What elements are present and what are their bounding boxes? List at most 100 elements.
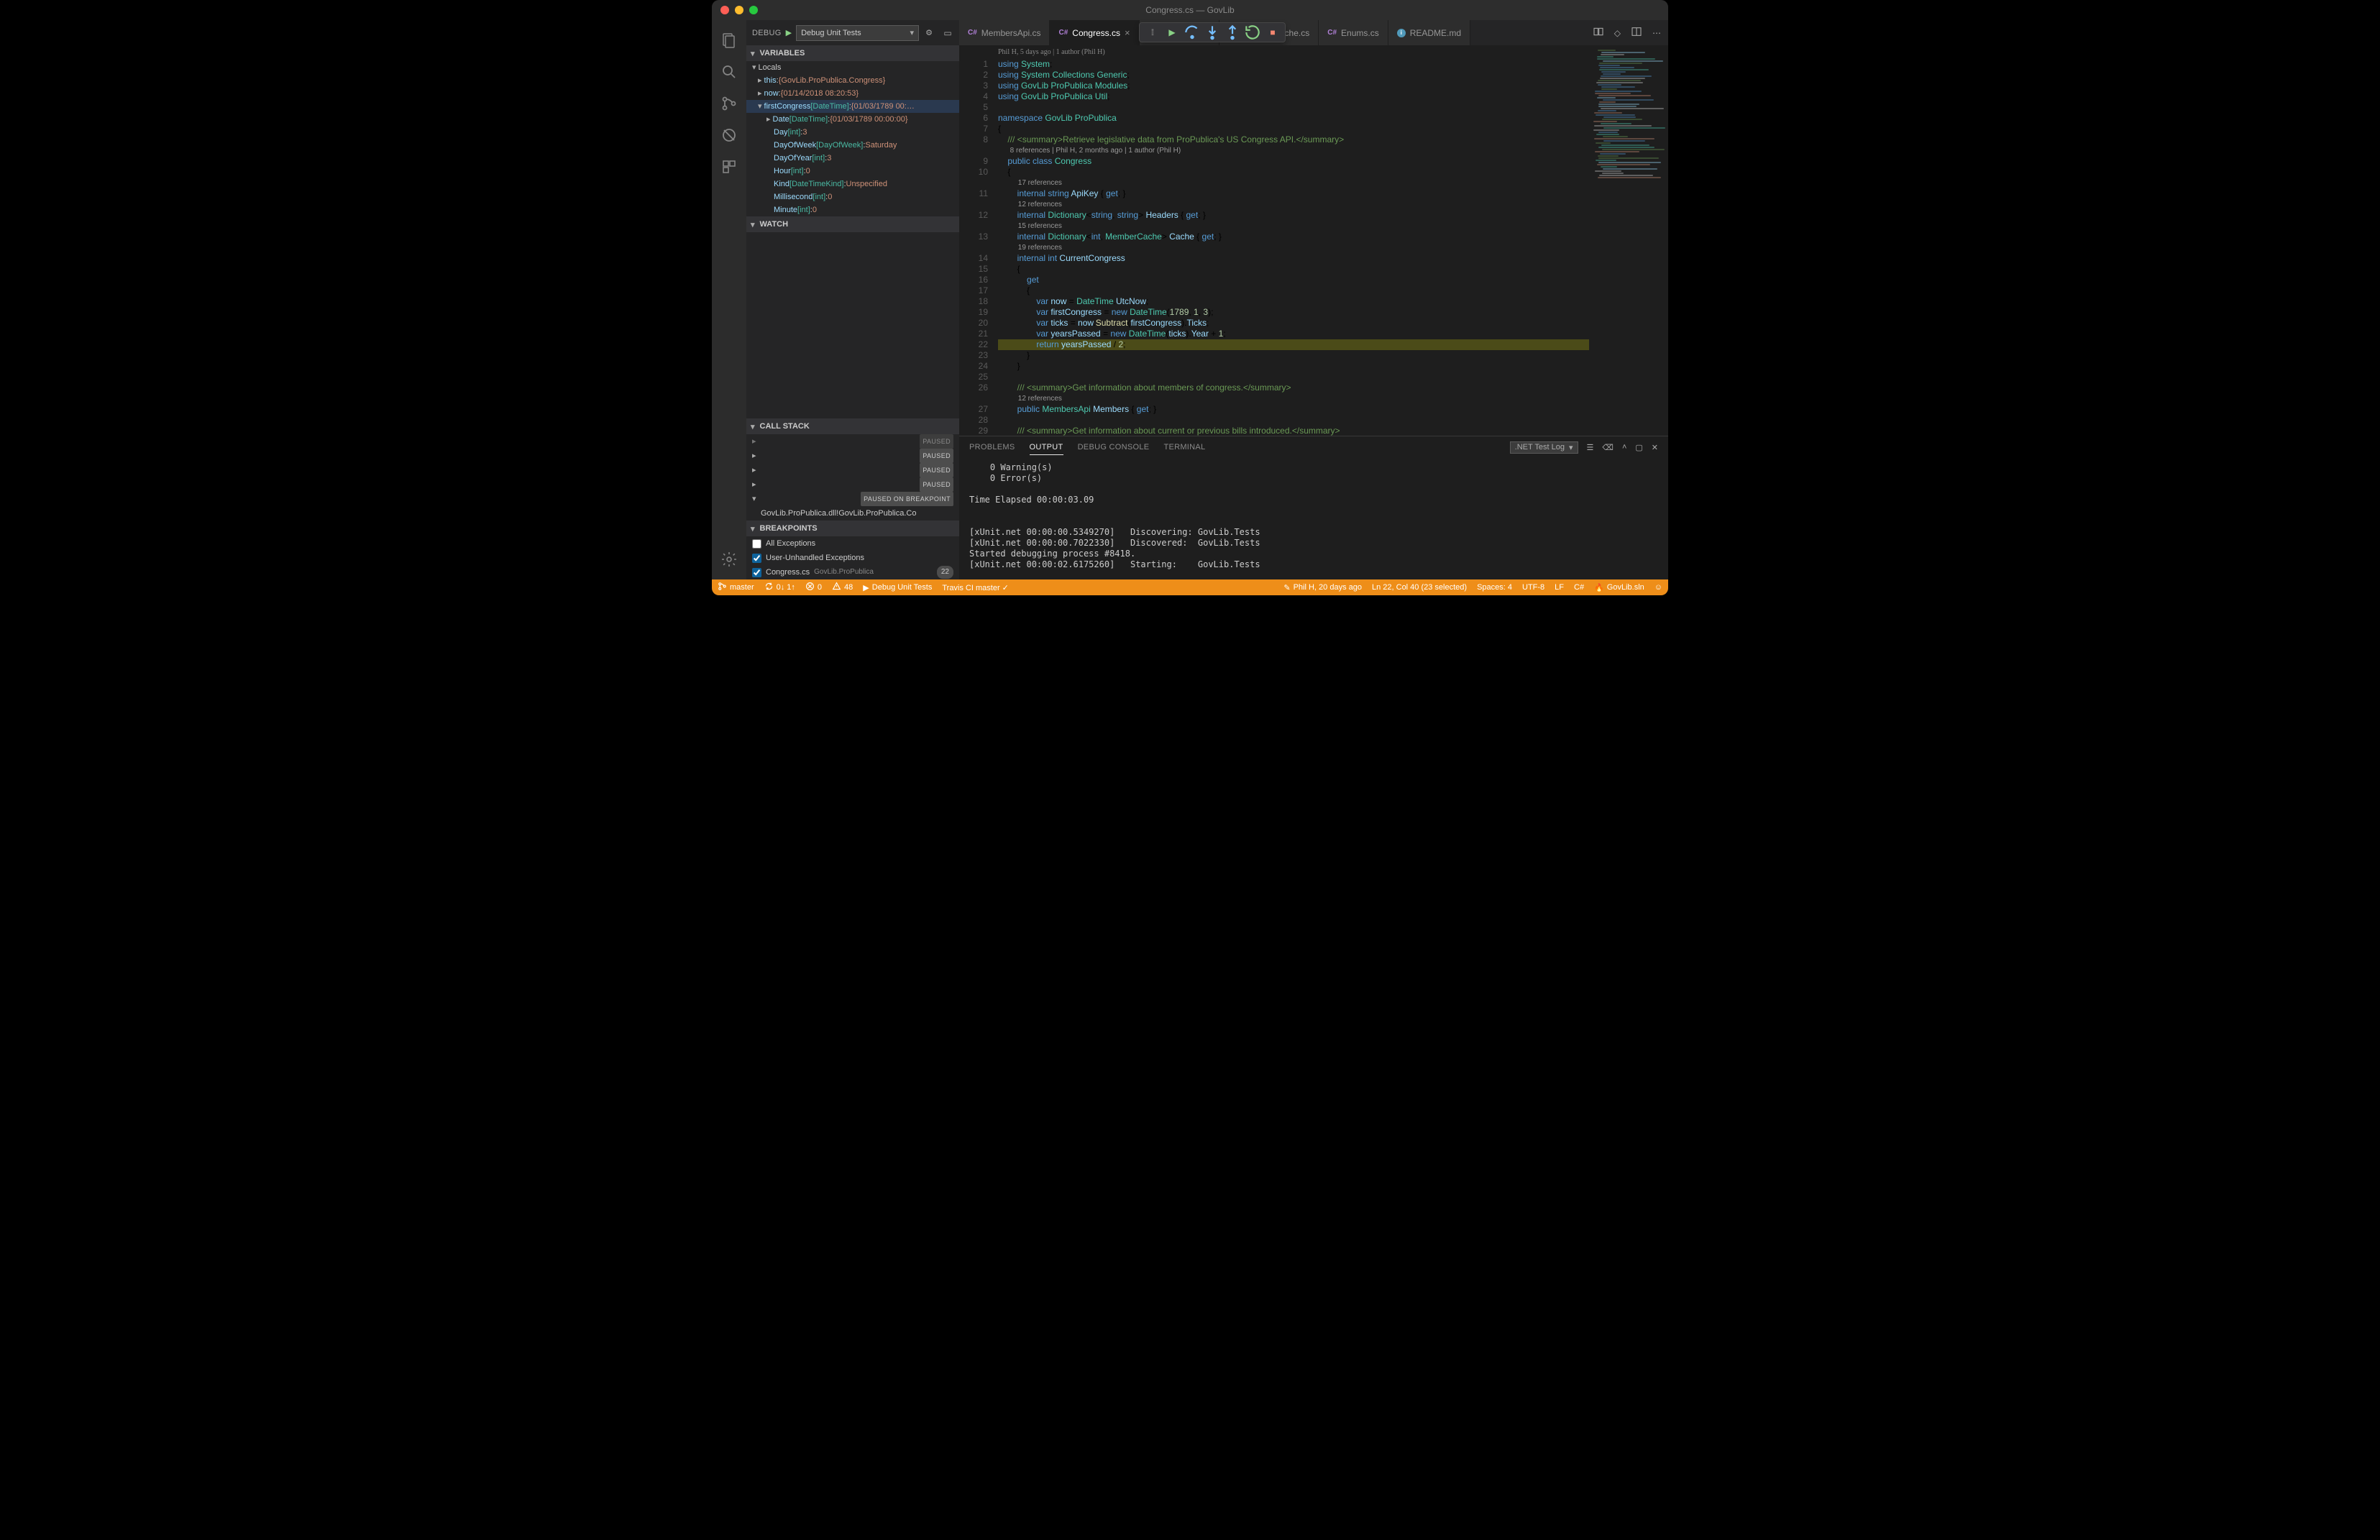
- panel-tab[interactable]: OUTPUT: [1030, 440, 1063, 455]
- variable-row[interactable]: DayOfWeek [DayOfWeek]: Saturday: [746, 139, 959, 152]
- status-item[interactable]: 0: [805, 582, 822, 593]
- more-actions-icon[interactable]: ⋯: [1652, 28, 1661, 38]
- stop-button[interactable]: ■: [1263, 24, 1282, 41]
- debug-config-label: Debug Unit Tests: [801, 29, 861, 37]
- editor-tab[interactable]: C#Congress.cs×: [1050, 20, 1139, 45]
- gutter[interactable]: 12345678 910 11 12 13 141516171819202122…: [959, 45, 998, 436]
- debug-console-icon[interactable]: ▭: [942, 28, 953, 38]
- panel-tab[interactable]: DEBUG CONSOLE: [1078, 440, 1150, 455]
- status-item[interactable]: master: [718, 582, 754, 593]
- explorer-view-icon[interactable]: [712, 26, 746, 55]
- debug-view-icon[interactable]: [712, 121, 746, 150]
- status-item[interactable]: 48: [832, 582, 853, 593]
- variable-row[interactable]: now: {01/14/2018 08:20:53}: [746, 87, 959, 100]
- debug-toolbar[interactable]: ⁞⁞ ▶ ■: [1139, 22, 1286, 42]
- status-item[interactable]: 0↓ 1↑: [764, 582, 795, 593]
- step-out-button[interactable]: [1223, 24, 1242, 41]
- status-item[interactable]: 🔥GovLib.sln: [1594, 583, 1644, 592]
- zoom-window-button[interactable]: [749, 6, 758, 14]
- status-item[interactable]: Spaces: 4: [1477, 583, 1512, 592]
- output-filter-icon[interactable]: ☰: [1587, 443, 1594, 452]
- minimize-window-button[interactable]: [735, 6, 743, 14]
- output-channel-dropdown[interactable]: .NET Test Log▾: [1510, 441, 1578, 454]
- panel-close-icon[interactable]: ✕: [1652, 443, 1658, 452]
- workbench: DEBUG ▶ Debug Unit Tests ▾ ⚙ ▭ VARIABLES…: [712, 20, 1668, 579]
- search-view-icon[interactable]: [712, 58, 746, 86]
- breakpoint-checkbox[interactable]: [752, 539, 761, 549]
- callstack-frame[interactable]: GovLib.ProPublica.dll!GovLib.ProPublica.…: [746, 506, 959, 521]
- compare-changes-icon[interactable]: [1593, 26, 1604, 40]
- variable-row[interactable]: firstCongress [DateTime]: {01/03/1789 00…: [746, 100, 959, 113]
- editor-area: C#MembersApi.csC#Congress.cs×C#HttpClien…: [959, 20, 1668, 579]
- variable-row[interactable]: Millisecond [int]: 0: [746, 191, 959, 203]
- variable-row[interactable]: Minute [int]: 0: [746, 203, 959, 216]
- output-body[interactable]: 0 Warning(s) 0 Error(s) Time Elapsed 00:…: [959, 458, 1668, 579]
- sync-icon: [764, 582, 774, 593]
- file-type-icon: C#: [1058, 29, 1068, 37]
- status-item[interactable]: UTF-8: [1522, 583, 1544, 592]
- file-type-icon: C#: [1327, 29, 1337, 37]
- editor[interactable]: Phil H, 5 days ago | 1 author (Phil H) 1…: [959, 45, 1668, 436]
- debug-config-dropdown[interactable]: Debug Unit Tests ▾: [796, 25, 919, 41]
- panel-tab[interactable]: PROBLEMS: [969, 440, 1015, 455]
- variable-row[interactable]: DayOfYear [int]: 3: [746, 152, 959, 165]
- step-into-button[interactable]: [1203, 24, 1222, 41]
- code-content[interactable]: using System;using System.Collections.Ge…: [998, 45, 1589, 436]
- panel-maximize-icon[interactable]: ˄: [1622, 443, 1626, 452]
- breakpoint-row[interactable]: User-Unhandled Exceptions: [746, 551, 959, 565]
- step-over-button[interactable]: [1183, 24, 1202, 41]
- breakpoint-row[interactable]: All Exceptions: [746, 536, 959, 551]
- extensions-view-icon[interactable]: [712, 152, 746, 181]
- panel-tab[interactable]: TERMINAL: [1163, 440, 1205, 455]
- variables-scope-locals[interactable]: Locals: [746, 61, 959, 74]
- status-item[interactable]: ☺: [1654, 583, 1662, 592]
- status-item[interactable]: Ln 22, Col 40 (23 selected): [1372, 583, 1467, 592]
- status-item[interactable]: LF: [1555, 583, 1564, 592]
- minimap[interactable]: [1589, 45, 1668, 436]
- variable-row[interactable]: Day [int]: 3: [746, 126, 959, 139]
- window-title: Congress.cs — GovLib: [712, 5, 1668, 15]
- variable-row[interactable]: Kind [DateTimeKind]: Unspecified: [746, 178, 959, 191]
- close-window-button[interactable]: [720, 6, 729, 14]
- breakpoints-section-header[interactable]: BREAKPOINTS: [746, 521, 959, 536]
- file-type-icon: i: [1397, 29, 1406, 37]
- callstack-thread[interactable]: PAUSED ON BREAKPOINT: [746, 492, 959, 506]
- variable-row[interactable]: Hour [int]: 0: [746, 165, 959, 178]
- editor-tab[interactable]: iREADME.md: [1388, 20, 1470, 45]
- settings-gear-icon[interactable]: [712, 545, 746, 574]
- variables-section-header[interactable]: VARIABLES: [746, 45, 959, 61]
- status-item[interactable]: C#: [1574, 583, 1584, 592]
- breakpoint-row[interactable]: Congress.cs GovLib.ProPublica22: [746, 565, 959, 579]
- scm-view-icon[interactable]: [712, 89, 746, 118]
- watch-section[interactable]: [746, 232, 959, 418]
- pencil-icon: ✎: [1283, 583, 1290, 592]
- variable-row[interactable]: Date [DateTime]: {01/03/1789 00:00:00}: [746, 113, 959, 126]
- panel-toggle-icon[interactable]: ▢: [1635, 443, 1642, 452]
- watch-section-header[interactable]: WATCH: [746, 216, 959, 232]
- callstack-thread[interactable]: PAUSED: [746, 434, 959, 449]
- breakpoint-checkbox[interactable]: [752, 568, 761, 577]
- status-item[interactable]: ✎Phil H, 20 days ago: [1283, 583, 1362, 592]
- debug-toolbar-grip-icon[interactable]: ⁞⁞: [1143, 24, 1161, 41]
- tab-close-icon[interactable]: ×: [1125, 27, 1130, 38]
- status-item[interactable]: ▶Debug Unit Tests: [863, 583, 932, 592]
- status-item[interactable]: Travis CI master ✓: [942, 583, 1009, 592]
- editor-tab[interactable]: C#MembersApi.cs: [959, 20, 1050, 45]
- breakpoint-checkbox[interactable]: [752, 554, 761, 563]
- traffic-lights: [712, 6, 758, 14]
- toggle-whitespace-icon[interactable]: ◇: [1614, 28, 1621, 38]
- continue-button[interactable]: ▶: [1163, 24, 1181, 41]
- callstack-thread[interactable]: PAUSED: [746, 477, 959, 492]
- callstack-section-header[interactable]: CALL STACK: [746, 418, 959, 434]
- editor-tab[interactable]: C#Enums.cs: [1319, 20, 1388, 45]
- panel: PROBLEMS OUTPUT DEBUG CONSOLE TERMINAL .NET…: [959, 436, 1668, 579]
- callstack-thread[interactable]: PAUSED: [746, 463, 959, 477]
- variable-row[interactable]: this: {GovLib.ProPublica.Congress}: [746, 74, 959, 87]
- split-editor-icon[interactable]: [1631, 26, 1642, 40]
- clear-output-icon[interactable]: ⌫: [1602, 443, 1614, 452]
- error-icon: [805, 582, 815, 593]
- start-debugging-icon[interactable]: ▶: [786, 28, 792, 37]
- debug-settings-icon[interactable]: ⚙: [923, 28, 935, 38]
- restart-button[interactable]: [1243, 24, 1262, 41]
- callstack-thread[interactable]: PAUSED: [746, 449, 959, 463]
